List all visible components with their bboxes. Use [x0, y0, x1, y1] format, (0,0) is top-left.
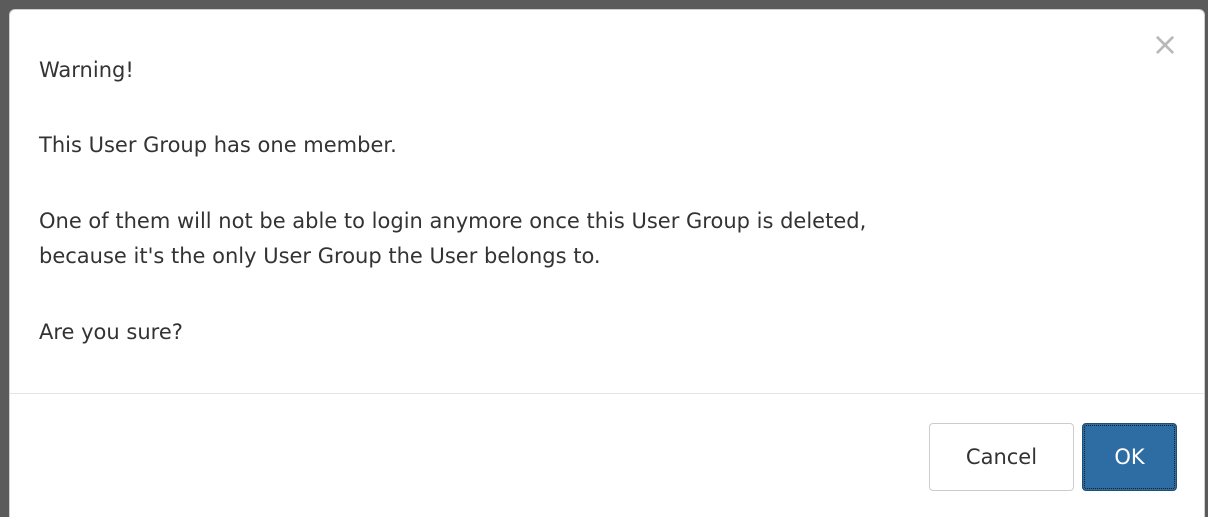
confirm-question: Are you sure? — [39, 320, 183, 344]
dialog-footer: Cancel OK — [10, 393, 1204, 517]
dialog-title: Warning! — [39, 58, 134, 82]
confirm-dialog: Warning! This User Group has one member.… — [9, 9, 1205, 517]
member-count-message: This User Group has one member. — [39, 133, 397, 157]
dialog-body: Warning! This User Group has one member.… — [10, 10, 1204, 393]
cancel-button[interactable]: Cancel — [929, 423, 1074, 491]
warning-message-line-2: because it's the only User Group the Use… — [39, 244, 601, 268]
close-icon[interactable]: × — [1150, 26, 1180, 62]
warning-message-line-1: One of them will not be able to login an… — [39, 209, 867, 233]
ok-button[interactable]: OK — [1082, 423, 1177, 491]
